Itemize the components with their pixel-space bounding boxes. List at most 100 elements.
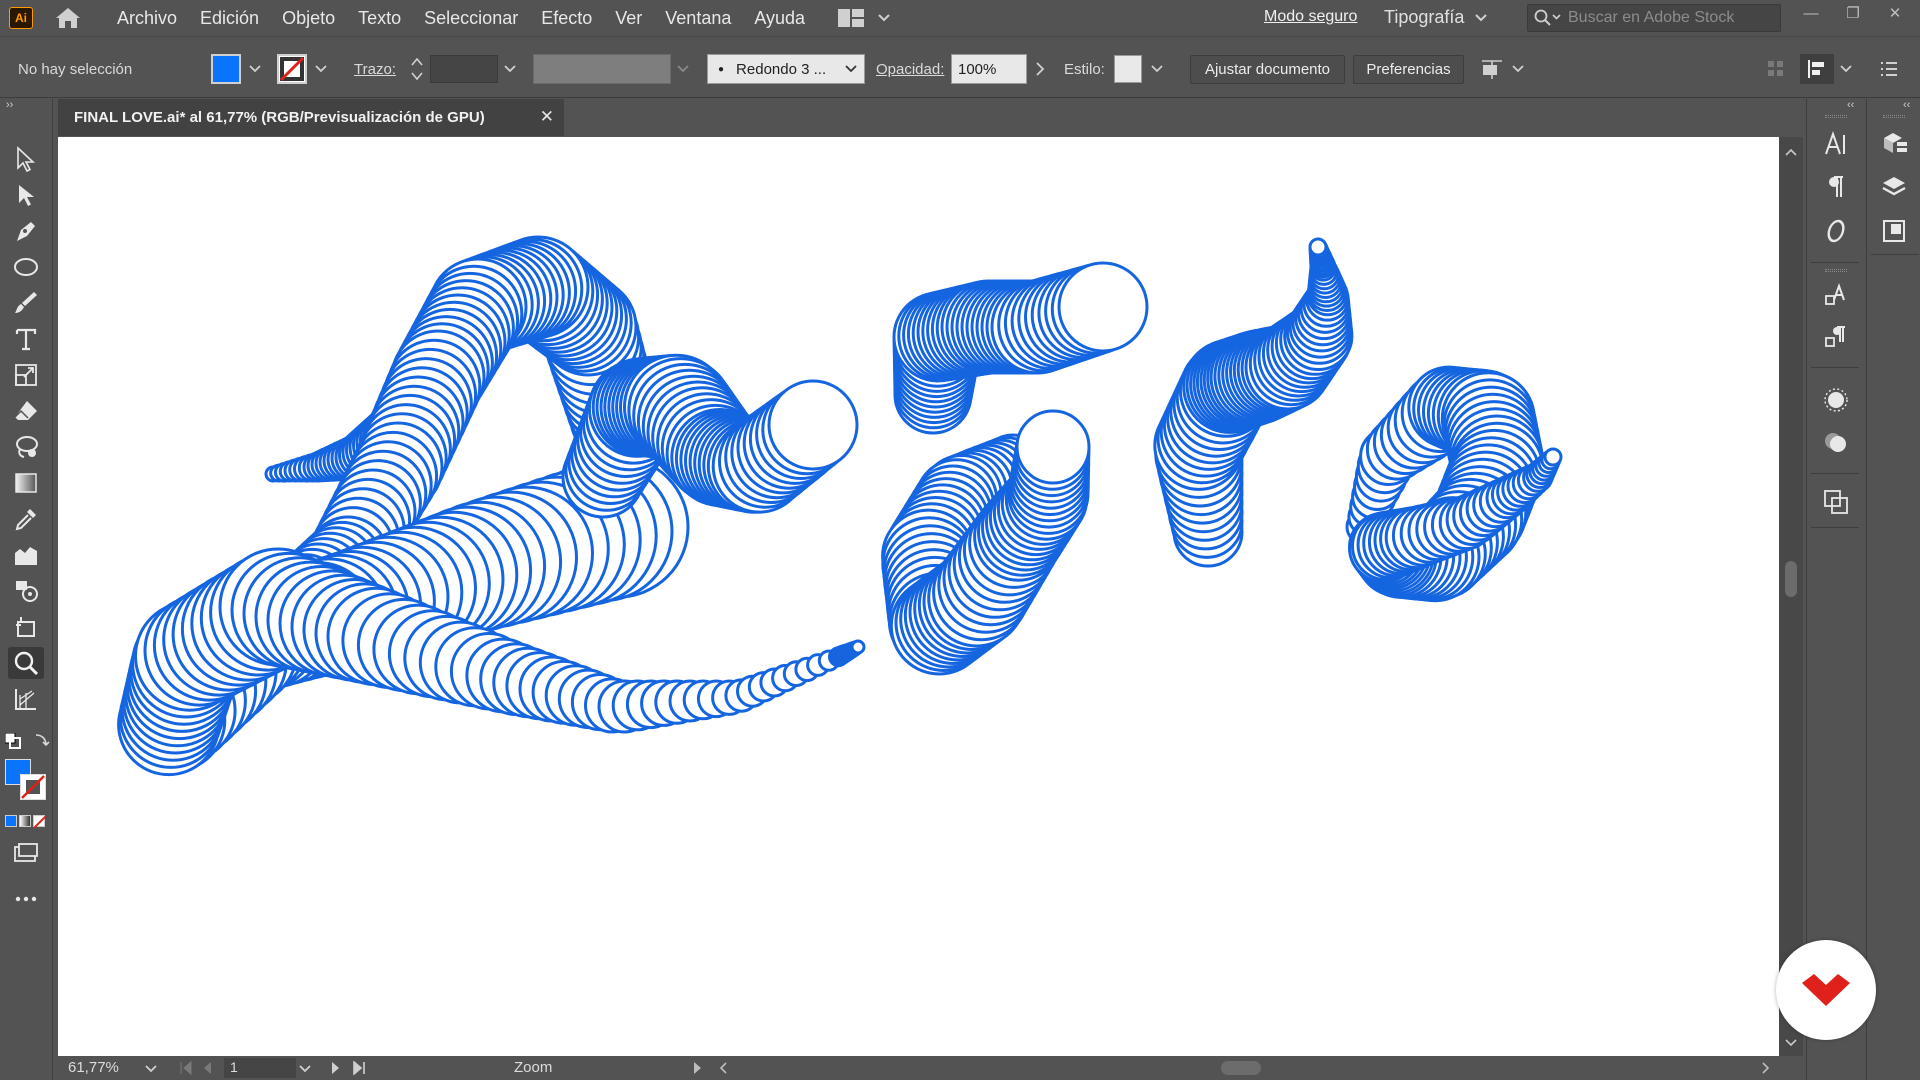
minimize-icon[interactable]: — — [1800, 5, 1822, 22]
align-dropdown[interactable] — [1836, 56, 1856, 82]
arrange-icon[interactable] — [1478, 55, 1506, 83]
menu-ventana[interactable]: Ventana — [665, 8, 731, 29]
status-menu-arrow-icon[interactable] — [692, 1061, 704, 1075]
default-fill-stroke-icon[interactable] — [4, 732, 21, 749]
stroke-color-swatch[interactable] — [277, 54, 307, 84]
workspace-switcher[interactable]: Tipografía — [1384, 7, 1488, 28]
style-dropdown[interactable] — [1147, 56, 1167, 82]
character-panel-icon[interactable] — [1821, 129, 1851, 159]
type-tool[interactable] — [8, 323, 44, 355]
paragraph-styles-icon[interactable] — [1821, 321, 1851, 351]
shape-builder-tool[interactable] — [8, 575, 44, 607]
fill-color-swatch[interactable] — [211, 54, 241, 84]
safe-mode-link[interactable]: Modo seguro — [1264, 8, 1357, 26]
love-lettering-artwork[interactable] — [58, 137, 1779, 1056]
grid-dots-icon[interactable] — [1766, 59, 1786, 79]
first-artboard-icon[interactable] — [178, 1061, 194, 1075]
stroke-indicator[interactable] — [20, 774, 46, 800]
close-window-icon[interactable]: ✕ — [1884, 4, 1906, 22]
scroll-down-icon[interactable] — [1779, 1036, 1803, 1050]
restore-icon[interactable]: ❐ — [1842, 4, 1864, 22]
collapse-panels-icon[interactable]: ‹‹ — [1847, 99, 1854, 111]
panel-grip[interactable] — [1825, 115, 1847, 118]
swap-fill-stroke-icon[interactable] — [32, 731, 50, 749]
panel-grip[interactable] — [1825, 269, 1847, 272]
horizontal-scroll-thumb[interactable] — [1221, 1061, 1261, 1075]
next-artboard-icon[interactable] — [330, 1061, 342, 1075]
color-mode-icon[interactable] — [5, 815, 17, 827]
brush-dropdown[interactable] — [841, 56, 861, 82]
collapse-toolbar-icon[interactable]: ›› — [6, 99, 13, 111]
opacity-input[interactable] — [952, 55, 1026, 83]
chevron-down-icon[interactable] — [298, 1064, 312, 1074]
arrange-documents-button[interactable] — [838, 8, 894, 28]
perspective-grid-tool[interactable] — [8, 683, 44, 715]
stroke-weight-dropdown[interactable] — [500, 56, 520, 82]
gradient-mode-icon[interactable] — [19, 815, 31, 827]
menu-ayuda[interactable]: Ayuda — [754, 8, 805, 29]
align-panel-icon[interactable] — [1800, 54, 1834, 84]
graphic-style-swatch[interactable] — [1114, 55, 1142, 83]
menu-archivo[interactable]: Archivo — [117, 8, 177, 29]
menu-efecto[interactable]: Efecto — [541, 8, 592, 29]
vertical-scrollbar[interactable] — [1779, 137, 1803, 1056]
chart-tool[interactable] — [8, 539, 44, 571]
none-mode-icon[interactable] — [33, 815, 46, 828]
opentype-panel-icon[interactable] — [1821, 216, 1851, 246]
stroke-weight-field[interactable] — [430, 55, 498, 83]
scroll-right-icon[interactable] — [1760, 1061, 1772, 1075]
scale-tool[interactable] — [8, 359, 44, 391]
artboard-canvas[interactable] — [58, 137, 1779, 1056]
stroke-dropdown[interactable] — [311, 56, 331, 82]
appearance-panel-icon[interactable] — [1821, 385, 1851, 415]
collapse-panels-icon[interactable]: ‹‹ — [1903, 99, 1910, 111]
variable-width-profile[interactable] — [533, 54, 671, 84]
panel-menu-icon[interactable] — [1878, 58, 1900, 80]
stroke-weight-stepper[interactable] — [408, 54, 426, 84]
screen-mode-button[interactable] — [8, 837, 44, 869]
close-tab-icon[interactable]: ✕ — [540, 107, 554, 127]
character-styles-icon[interactable] — [1821, 279, 1851, 309]
last-artboard-icon[interactable] — [351, 1061, 367, 1075]
paragraph-panel-icon[interactable] — [1821, 172, 1851, 202]
preferences-button[interactable]: Preferencias — [1353, 55, 1464, 84]
zoom-level[interactable]: 61,77% — [68, 1059, 119, 1076]
menu-objeto[interactable]: Objeto — [282, 8, 335, 29]
stock-search-input[interactable] — [1568, 9, 1768, 27]
arrange-dropdown[interactable] — [1508, 56, 1528, 82]
artboards-panel-icon[interactable] — [1879, 216, 1909, 246]
eraser-tool[interactable] — [8, 395, 44, 427]
pen-tool[interactable] — [8, 215, 44, 247]
menu-edicion[interactable]: Edición — [200, 8, 259, 29]
scroll-up-icon[interactable] — [1779, 145, 1803, 159]
pathfinder-panel-icon[interactable] — [1821, 487, 1851, 517]
ellipse-tool[interactable] — [8, 251, 44, 283]
document-tab[interactable]: FINAL LOVE.ai* al 61,77% (RGB/Previsuali… — [58, 99, 564, 136]
gradient-tool[interactable] — [8, 467, 44, 499]
libraries-panel-icon[interactable] — [1879, 129, 1909, 159]
scroll-left-icon[interactable] — [717, 1061, 729, 1075]
direct-selection-tool[interactable] — [8, 179, 44, 211]
eyedropper-tool[interactable] — [8, 503, 44, 535]
layers-panel-icon[interactable] — [1879, 172, 1909, 202]
chevron-down-icon[interactable] — [144, 1064, 158, 1074]
stock-search-box[interactable] — [1527, 4, 1781, 32]
home-icon[interactable] — [55, 7, 81, 29]
color-panel-icon[interactable] — [1821, 427, 1851, 457]
selection-tool[interactable] — [8, 143, 44, 175]
artboard-tool[interactable] — [8, 611, 44, 643]
fill-dropdown[interactable] — [245, 56, 265, 82]
document-setup-button[interactable]: Ajustar documento — [1190, 55, 1345, 84]
zoom-tool[interactable] — [8, 647, 44, 679]
previous-artboard-icon[interactable] — [201, 1061, 213, 1075]
vertical-scroll-thumb[interactable] — [1785, 561, 1797, 597]
opacity-field[interactable] — [951, 54, 1027, 84]
menu-seleccionar[interactable]: Seleccionar — [424, 8, 518, 29]
profile-dropdown[interactable] — [673, 56, 693, 82]
panel-grip[interactable] — [1883, 115, 1905, 118]
opacity-expand[interactable] — [1030, 56, 1050, 82]
artboard-number-field[interactable]: 1 — [224, 1058, 296, 1078]
menu-ver[interactable]: Ver — [615, 8, 642, 29]
lasso-tool[interactable] — [8, 431, 44, 463]
menu-texto[interactable]: Texto — [358, 8, 401, 29]
